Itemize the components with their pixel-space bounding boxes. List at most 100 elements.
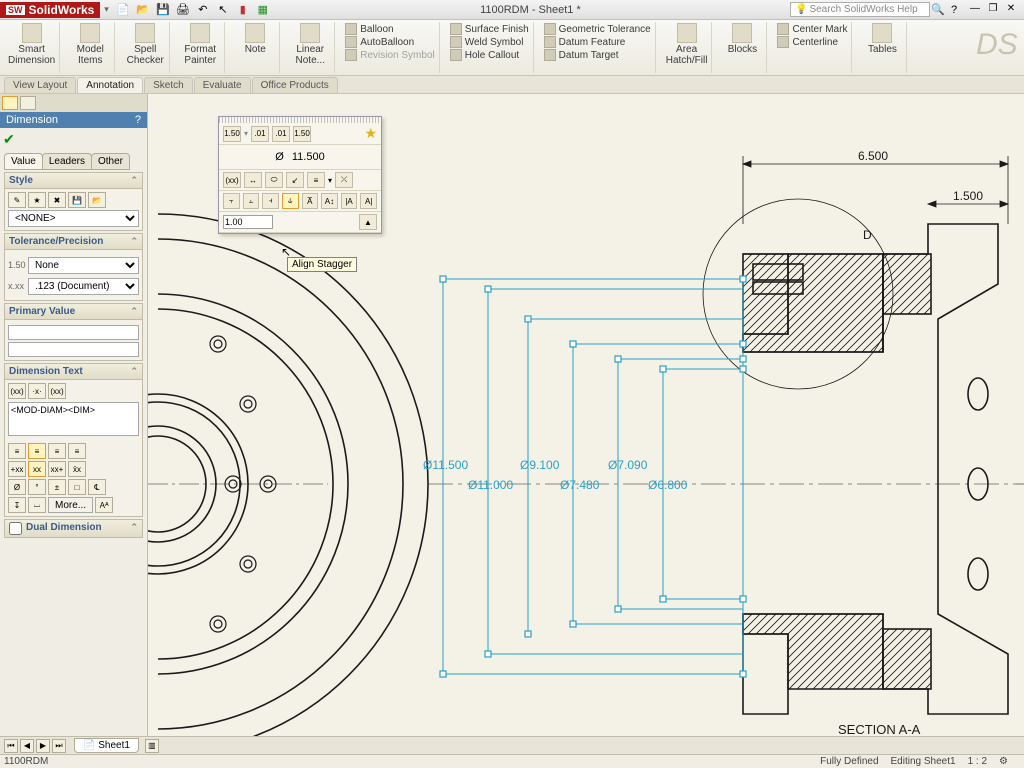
primary-value-name-input[interactable] [8, 325, 139, 340]
balloon-button[interactable]: Balloon [345, 23, 434, 35]
text-flip-icon[interactable]: A↕ [321, 193, 338, 209]
justify-icon[interactable]: ≡ [307, 172, 325, 188]
linear-note-button[interactable]: Linear Note... [290, 23, 330, 66]
help-icon[interactable]: ? [946, 2, 962, 18]
sheet-next-icon[interactable]: ▶ [36, 739, 50, 753]
dimtext-prefix-icon[interactable]: (xx) [8, 383, 26, 399]
pm-dimension-text-header[interactable]: Dimension Text [4, 363, 143, 380]
allcaps-icon[interactable]: Aᴬ [95, 497, 113, 513]
select-icon[interactable]: ↖ [215, 2, 231, 18]
style-save-icon[interactable]: 💾 [68, 192, 86, 208]
save-icon[interactable]: 💾 [155, 2, 171, 18]
align-stagger-icon[interactable]: ⫝ [282, 193, 299, 209]
tolerance-precision-select[interactable]: .123 (Document) [28, 278, 139, 295]
dual-dimension-checkbox[interactable] [9, 522, 22, 535]
dt-prec2-icon[interactable]: .01 [272, 126, 290, 142]
stagger-spacing-input[interactable] [223, 215, 273, 229]
favorite-star-icon[interactable]: ★ [364, 125, 377, 142]
pm-subtab-value[interactable]: Value [4, 153, 43, 170]
area-hatch-button[interactable]: Area Hatch/Fill [666, 23, 708, 66]
pm-style-header[interactable]: Style [4, 172, 143, 189]
sym-degree-icon[interactable]: ° [28, 479, 46, 495]
style-delete-icon[interactable]: ✖ [48, 192, 66, 208]
spinner-up-icon[interactable]: ▲ [359, 214, 377, 230]
dt-btn-3[interactable]: xx+ [48, 461, 66, 477]
arrange3-icon[interactable]: ⫞ [262, 193, 279, 209]
format-painter-button[interactable]: Format Painter [180, 23, 220, 66]
tab-office-products[interactable]: Office Products [252, 77, 338, 93]
sheet-prev-icon[interactable]: ◀ [20, 739, 34, 753]
autoballoon-button[interactable]: AutoBalloon [345, 36, 434, 48]
hole-callout-button[interactable]: Hole Callout [450, 49, 529, 61]
sym-square-icon[interactable]: □ [68, 479, 86, 495]
options-icon[interactable]: ▦ [255, 2, 271, 18]
pm-dual-dimension-header[interactable]: Dual Dimension [4, 519, 143, 538]
pm-tolerance-header[interactable]: Tolerance/Precision [4, 233, 143, 250]
datum-target-button[interactable]: Datum Target [544, 49, 651, 61]
help-search-input[interactable]: Search SolidWorks Help [790, 2, 930, 17]
minimize-icon[interactable]: — [968, 3, 982, 17]
justify-right-icon[interactable]: ≡ [48, 443, 66, 459]
dimension-text-input[interactable]: <MOD-DIAM><DIM> [8, 402, 139, 436]
justify-center-icon[interactable]: ≡ [28, 443, 46, 459]
blocks-button[interactable]: Blocks [722, 23, 762, 55]
inspect2-icon[interactable]: ⬭ [265, 172, 283, 188]
style-add-icon[interactable]: ★ [28, 192, 46, 208]
arrange1-icon[interactable]: ⫟ [223, 193, 240, 209]
rebuild-icon[interactable]: ▮ [235, 2, 251, 18]
pm-tab-config-icon[interactable] [20, 96, 36, 110]
sym-cl-icon[interactable]: ℄ [88, 479, 106, 495]
tab-view-layout[interactable]: View Layout [4, 77, 76, 93]
dt-btn-1[interactable]: +xx [8, 461, 26, 477]
dt-tol-icon[interactable]: 1.50 [223, 126, 241, 142]
pm-subtab-other[interactable]: Other [91, 153, 130, 170]
text-left-icon[interactable]: |A [341, 193, 358, 209]
arrange2-icon[interactable]: ⫠ [243, 193, 260, 209]
break-icon[interactable]: ⤫ [335, 172, 353, 188]
add-sheet-icon[interactable]: ▥ [145, 739, 159, 753]
paren-icon[interactable]: (xx) [223, 172, 241, 188]
style-apply-icon[interactable]: ✎ [8, 192, 26, 208]
sheet-tab-1[interactable]: 📄 Sheet1 [74, 738, 139, 753]
open-icon[interactable]: 📂 [135, 2, 151, 18]
offset-icon[interactable]: ↔︎ [244, 172, 262, 188]
model-items-button[interactable]: Model Items [70, 23, 110, 66]
centerline-button[interactable]: Centerline [777, 36, 847, 48]
weld-symbol-button[interactable]: Weld Symbol [450, 36, 529, 48]
pm-help-icon[interactable]: ? [135, 114, 141, 126]
note-button[interactable]: Note [235, 23, 275, 55]
datum-feature-button[interactable]: Datum Feature [544, 36, 651, 48]
sym-diameter-icon[interactable]: Ø [8, 479, 26, 495]
pm-tab-feature-icon[interactable] [2, 96, 18, 110]
tab-evaluate[interactable]: Evaluate [194, 77, 251, 93]
style-select[interactable]: <NONE> [8, 210, 139, 227]
text-right-icon[interactable]: A| [360, 193, 377, 209]
dimtext-center-icon[interactable]: ·x· [28, 383, 46, 399]
sym-depth-icon[interactable]: ↧ [8, 497, 26, 513]
undo-icon[interactable]: ↶ [195, 2, 211, 18]
dt-btn-4[interactable]: x̄x [68, 461, 86, 477]
spell-checker-button[interactable]: Spell Checker [125, 23, 165, 66]
dimension-context-toolbar[interactable]: 1.50 ▾ .01 .01 1.50 ★ Ø 11.500 (xx) ↔︎ ⬭… [218, 116, 382, 234]
text-above-icon[interactable]: A̅ [302, 193, 319, 209]
sheet-first-icon[interactable]: ⏮ [4, 739, 18, 753]
leader-icon[interactable]: ↙ [286, 172, 304, 188]
pm-primary-value-header[interactable]: Primary Value [4, 303, 143, 320]
sym-counterbore-icon[interactable]: ⌴ [28, 497, 46, 513]
dt-btn-2[interactable]: xx [28, 461, 46, 477]
status-custom-icon[interactable]: ⚙ [999, 756, 1008, 767]
close-icon[interactable]: ✕ [1004, 3, 1018, 17]
dimtext-suffix-icon[interactable]: (xx) [48, 383, 66, 399]
justify-full-icon[interactable]: ≡ [68, 443, 86, 459]
new-icon[interactable]: 📄 [115, 2, 131, 18]
pm-subtab-leaders[interactable]: Leaders [42, 153, 92, 170]
more-symbols-button[interactable]: More... [48, 497, 93, 513]
restore-icon[interactable]: ❐ [986, 3, 1000, 17]
print-icon[interactable]: 🖨 [175, 2, 191, 18]
center-mark-button[interactable]: Center Mark [777, 23, 847, 35]
geometric-tolerance-button[interactable]: Geometric Tolerance [544, 23, 651, 35]
sheet-last-icon[interactable]: ⏭ [52, 739, 66, 753]
tab-sketch[interactable]: Sketch [144, 77, 193, 93]
tab-annotation[interactable]: Annotation [77, 77, 143, 93]
smart-dimension-button[interactable]: Smart Dimension [8, 23, 55, 66]
